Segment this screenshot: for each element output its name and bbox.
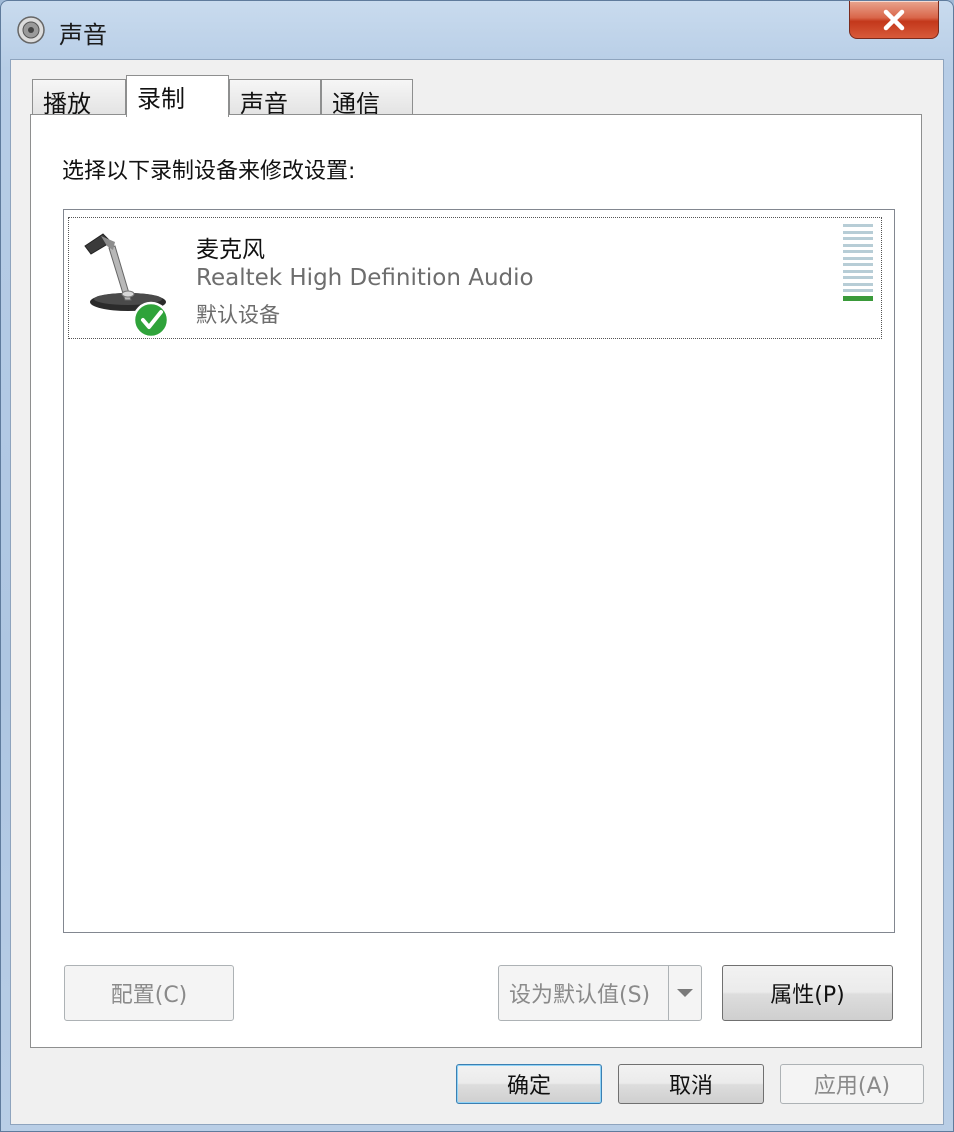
dialog-content: 播放 录制 声音 通信 选择以下录制设备来修改设置: 麦克风 Realtek H… [10, 59, 944, 1125]
ok-button[interactable]: 确定 [456, 1064, 602, 1104]
configure-button[interactable]: 配置(C) [64, 965, 234, 1021]
device-status: 默认设备 [196, 303, 280, 327]
device-item-microphone[interactable]: 麦克风 Realtek High Definition Audio 默认设备 [68, 217, 882, 339]
level-meter-segment [843, 269, 873, 273]
level-meter-segment [843, 224, 873, 227]
level-meter-segment [843, 295, 873, 301]
set-default-button[interactable]: 设为默认值(S) [498, 965, 702, 1021]
level-meter-segment [843, 250, 873, 253]
close-icon [883, 9, 905, 30]
close-button[interactable] [849, 1, 939, 39]
device-name: 麦克风 [196, 237, 265, 263]
window-title: 声音 [59, 21, 107, 49]
speaker-icon [17, 16, 45, 44]
set-default-dropdown[interactable] [668, 966, 701, 1020]
apply-button-label: 应用(A) [813, 1074, 891, 1099]
properties-button[interactable]: 属性(P) [722, 965, 893, 1021]
tab-sounds[interactable]: 声音 [229, 79, 321, 118]
cancel-button-label: 取消 [668, 1074, 713, 1099]
device-list[interactable]: 麦克风 Realtek High Definition Audio 默认设备 [63, 209, 895, 933]
level-meter-segment [843, 230, 873, 234]
level-meter-segment [843, 263, 873, 266]
level-meter-segment [843, 243, 873, 247]
level-meter-segment [843, 289, 873, 292]
sound-dialog: 声音 播放 录制 声音 通信 选择以下录制设备来修改设置: 麦克风 Realte… [0, 0, 954, 1132]
title-bar[interactable]: 声音 [1, 1, 953, 59]
apply-button[interactable]: 应用(A) [780, 1064, 924, 1104]
level-meter-segment [843, 256, 873, 260]
ok-button-label: 确定 [506, 1074, 551, 1099]
level-meter-segment [843, 276, 873, 279]
level-meter-segment [843, 282, 873, 286]
instruction-text: 选择以下录制设备来修改设置: [62, 159, 356, 184]
level-meter-segment [843, 237, 873, 240]
microphone-icon [84, 233, 170, 339]
set-default-button-label: 设为默认值(S) [509, 983, 651, 1008]
cancel-button[interactable]: 取消 [618, 1064, 764, 1104]
device-driver: Realtek High Definition Audio [196, 265, 534, 291]
tab-recording[interactable]: 录制 [126, 75, 229, 117]
tab-communications[interactable]: 通信 [321, 79, 413, 118]
properties-button-label: 属性(P) [770, 983, 845, 1008]
configure-button-label: 配置(C) [110, 983, 188, 1008]
recording-panel: 选择以下录制设备来修改设置: 麦克风 Realtek High Definiti… [30, 114, 922, 1048]
tab-label: 录制 [137, 85, 185, 113]
chevron-down-icon [677, 989, 693, 997]
level-meter [843, 224, 873, 304]
tab-playback[interactable]: 播放 [32, 79, 126, 118]
